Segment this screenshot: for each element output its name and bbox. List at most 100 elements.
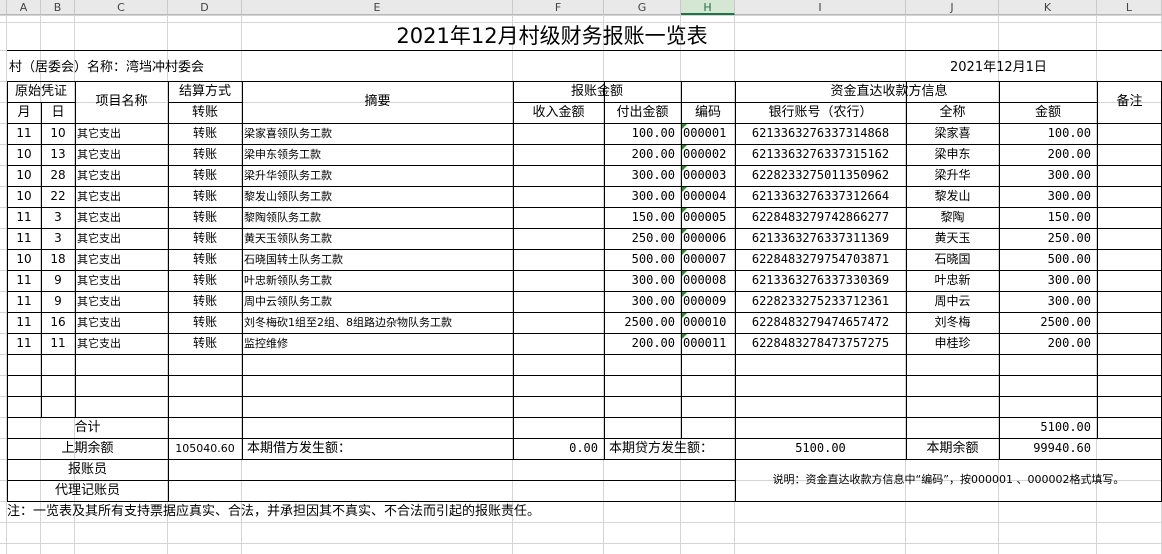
header-payment: 付出金额 [616, 105, 669, 120]
row-month: 10 [16, 147, 32, 161]
border-v [681, 81, 682, 438]
row-amount: 100.00 [1047, 126, 1091, 140]
row-amount: 200.00 [1047, 336, 1091, 350]
row-summary: 叶忠新领队务工款 [244, 274, 332, 287]
spreadsheet[interactable]: A B C D E F G H I J K L 2021年12月村级财务报账一览表 村（居委会）名称：湾垱… [0, 0, 1162, 554]
row-item-name: 其它支出 [77, 295, 121, 308]
header-bank-account: 银行账号（农行） [768, 105, 873, 120]
border-h [513, 102, 1097, 103]
row-settlement: 转账 [192, 147, 217, 161]
border-h [7, 396, 1162, 397]
column-header-e[interactable]: E [242, 0, 513, 15]
row-item-name: 其它支出 [77, 127, 121, 140]
row-settlement: 转账 [192, 315, 217, 329]
header-day: 日 [51, 105, 65, 120]
column-header-h[interactable]: H [681, 0, 735, 15]
border-h [7, 81, 1162, 82]
row-bank-account: 6228483279474657472 [751, 315, 890, 329]
row-payment: 200.00 [631, 147, 675, 161]
row-full-name: 石晓国 [934, 252, 971, 266]
row-day: 16 [50, 315, 66, 329]
row-day: 3 [54, 231, 62, 245]
row-month: 10 [16, 189, 32, 203]
border-v [168, 81, 169, 438]
header-full-name: 全称 [939, 105, 966, 120]
row-amount: 150.00 [1047, 210, 1091, 224]
prev-balance-value: 105040.60 [175, 442, 235, 455]
reporter-label: 报账员 [67, 462, 107, 477]
column-header-b[interactable]: B [41, 0, 75, 15]
select-all-corner[interactable] [0, 0, 7, 15]
row-item-name: 其它支出 [77, 337, 121, 350]
row-bank-account: 6213363276337314868 [751, 126, 890, 140]
row-month: 11 [16, 126, 32, 140]
column-header-f[interactable]: F [513, 0, 604, 15]
total-label: 合计 [74, 420, 101, 435]
border-v [999, 438, 1000, 459]
row-amount: 300.00 [1047, 294, 1091, 308]
header-amount-group: 报账金额 [570, 84, 623, 99]
text-format-marker [682, 124, 687, 129]
column-header-k[interactable]: K [999, 0, 1097, 15]
row-settlement: 转账 [192, 252, 217, 266]
border-v [168, 438, 169, 459]
row-code: 000010 [683, 315, 727, 329]
note-right: 说明：资金直达收款方信息中“编码”，按000001 、000002格式填写。 [772, 473, 1125, 486]
row-full-name: 黎发山 [934, 189, 971, 203]
row-full-name: 叶忠新 [934, 273, 971, 287]
row-code: 000007 [683, 252, 727, 266]
agent-label: 代理记账员 [54, 483, 120, 498]
row-amount: 2500.00 [1040, 315, 1091, 329]
row-bank-account: 6213363276337330369 [751, 273, 890, 287]
column-header-i[interactable]: I [735, 0, 906, 15]
row-full-name: 黎陶 [940, 210, 965, 224]
border-h [7, 333, 1162, 334]
border-h [7, 144, 1162, 145]
row-full-name: 周中云 [934, 294, 971, 308]
column-header-g[interactable]: G [604, 0, 681, 15]
row-code: 000003 [683, 168, 727, 182]
text-format-marker [682, 313, 687, 318]
row-payment: 200.00 [631, 336, 675, 350]
border-h [168, 102, 242, 103]
row-settlement: 转账 [192, 168, 217, 182]
row-month: 11 [16, 336, 32, 350]
row-summary: 梁家喜领队务工款 [244, 127, 332, 140]
row-bank-account: 6213363276337311369 [751, 231, 890, 245]
grid-row-line [0, 522, 1162, 523]
border-v [41, 102, 42, 417]
border-h [7, 165, 1162, 166]
column-header-a[interactable]: A [7, 0, 41, 15]
row-item-name: 其它支出 [77, 190, 121, 203]
row-item-name: 其它支出 [77, 232, 121, 245]
row-day: 9 [54, 273, 62, 287]
column-header-l[interactable]: L [1097, 0, 1162, 15]
row-item-name: 其它支出 [77, 169, 121, 182]
column-header-c[interactable]: C [75, 0, 168, 15]
row-summary: 刘冬梅砍1组至2组、8组路边杂物队务工款 [244, 316, 452, 329]
row-settlement: 转账 [192, 273, 217, 287]
border-v [735, 438, 736, 459]
row-settlement: 转账 [192, 294, 217, 308]
row-code: 000002 [683, 147, 727, 161]
row-day: 22 [50, 189, 66, 203]
border-h [7, 459, 1162, 460]
row-month: 11 [16, 315, 32, 329]
row-code: 000008 [683, 273, 727, 287]
row-month: 10 [16, 168, 32, 182]
row-payment: 100.00 [631, 126, 675, 140]
column-header-j[interactable]: J [906, 0, 999, 15]
row-code: 000006 [683, 231, 727, 245]
row-amount: 500.00 [1047, 252, 1091, 266]
row-full-name: 梁升华 [934, 168, 971, 182]
row-bank-account: 6228483279754703871 [751, 252, 890, 266]
debit-value: 0.00 [569, 441, 598, 455]
row-full-name: 黄天玉 [934, 231, 971, 245]
row-code: 000001 [683, 126, 727, 140]
row-day: 10 [50, 126, 66, 140]
border-h [7, 438, 1162, 439]
column-header-d[interactable]: D [168, 0, 242, 15]
balance-label: 本期余额 [926, 441, 979, 456]
village-name: 村（居委会）名称：湾垱冲村委会 [9, 60, 205, 75]
row-amount: 200.00 [1047, 147, 1091, 161]
